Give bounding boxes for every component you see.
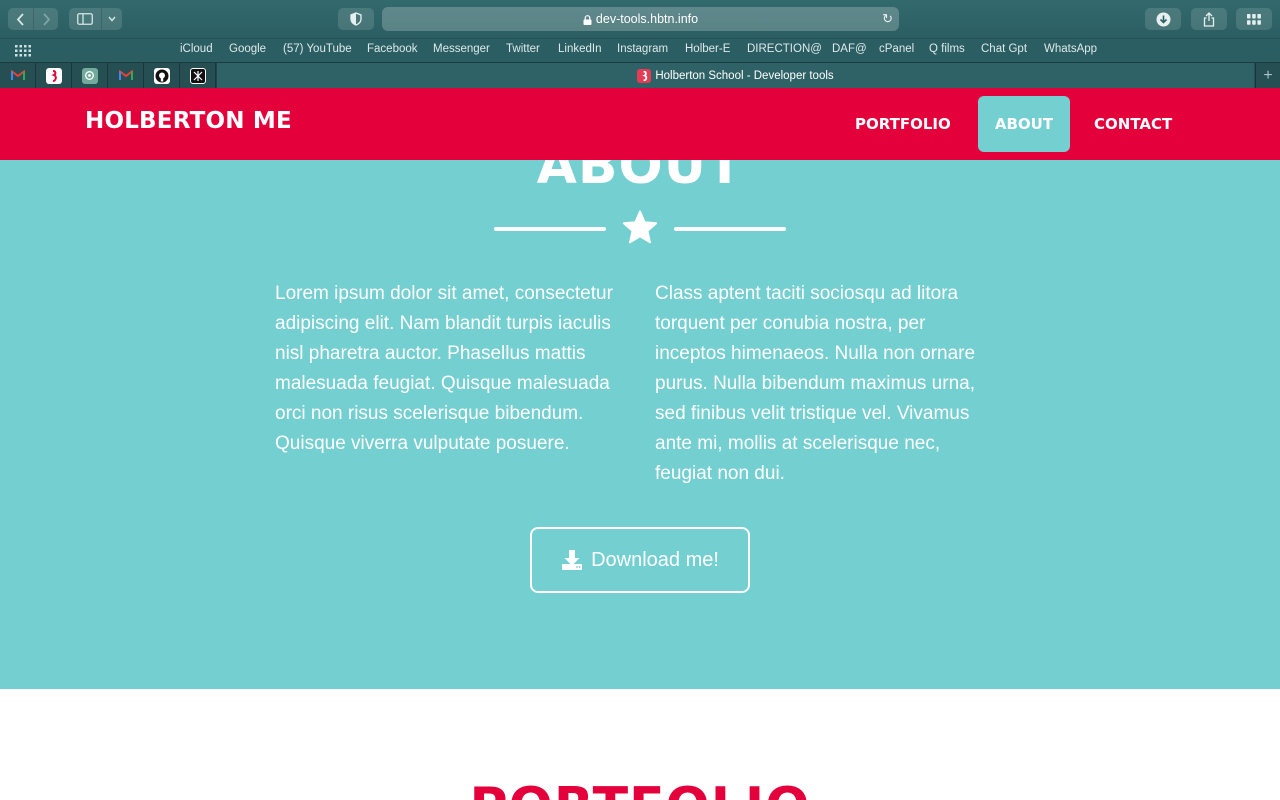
history-nav <box>8 8 58 30</box>
bookmark-whatsapp[interactable]: WhatsApp <box>1044 43 1097 55</box>
about-text-left: Lorem ipsum dolor sit amet, consectetur … <box>275 283 613 454</box>
forward-button[interactable] <box>33 8 58 30</box>
bookmark-direction[interactable]: DIRECTION@ <box>747 43 822 55</box>
bookmark-facebook[interactable]: Facebook <box>367 43 418 55</box>
divider-line-left <box>494 227 606 231</box>
pinned-tab-github[interactable] <box>144 63 180 88</box>
chevron-down-icon[interactable] <box>101 8 122 30</box>
pinned-tab-gmail-2[interactable] <box>108 63 144 88</box>
share-icon <box>1203 11 1215 27</box>
bookmark-messenger[interactable]: Messenger <box>433 43 490 55</box>
download-button[interactable]: Download me! <box>530 527 750 593</box>
address-bar[interactable]: dev-tools.hbtn.info ↻ <box>382 7 899 31</box>
bookmark-instagram[interactable]: Instagram <box>617 43 668 55</box>
bookmark-google[interactable]: Google <box>229 43 266 55</box>
download-label: Download me! <box>591 548 719 571</box>
star-icon <box>622 210 658 244</box>
site-navbar: HOLBERTON ME PORTFOLIO ABOUT CONTACT <box>0 88 1280 160</box>
chevron-left-icon <box>16 12 24 26</box>
pinned-tab-holberton[interactable] <box>36 63 72 88</box>
holberton-favicon <box>637 68 652 83</box>
sidebar-icon <box>69 8 101 30</box>
browser-toolbar: dev-tools.hbtn.info ↻ <box>0 0 1280 38</box>
active-tab[interactable]: Holberton School - Developer tools <box>216 63 1254 88</box>
brand-logo-link[interactable]: HOLBERTON ME <box>85 108 292 134</box>
chatgpt-icon <box>81 67 98 84</box>
pinned-tab-app[interactable] <box>180 63 216 88</box>
reload-icon[interactable]: ↻ <box>882 11 893 27</box>
lock-icon <box>583 15 592 25</box>
sidebar-toggle-button[interactable] <box>69 8 122 30</box>
bookmark-icloud[interactable]: iCloud <box>180 43 213 55</box>
share-button[interactable] <box>1191 8 1227 30</box>
github-icon <box>153 67 170 84</box>
divider-line-right <box>674 227 786 231</box>
portfolio-heading: PORTFOLIO <box>0 777 1280 800</box>
pinned-tab-chatgpt[interactable] <box>72 63 108 88</box>
apps-grid-icon[interactable] <box>15 45 31 57</box>
tab-bar: Holberton School - Developer tools + <box>0 62 1280 88</box>
bookmark-twitter[interactable]: Twitter <box>506 43 540 55</box>
bookmark-cpanel[interactable]: cPanel <box>879 43 914 55</box>
bookmarks-bar: iCloud Google (57) YouTube Facebook Mess… <box>0 38 1280 62</box>
nav-link-contact[interactable]: CONTACT <box>1078 96 1188 152</box>
about-text-right: Class aptent taciti sociosqu ad litora t… <box>655 283 976 484</box>
bookmark-daf[interactable]: DAF@ <box>832 43 867 55</box>
nav-link-portfolio[interactable]: PORTFOLIO <box>839 96 967 152</box>
bookmark-q-films[interactable]: Q films <box>929 43 965 55</box>
gmail-icon <box>10 68 26 84</box>
url-text: dev-tools.hbtn.info <box>595 12 699 26</box>
plus-icon: + <box>1263 66 1273 84</box>
privacy-report-button[interactable] <box>338 8 374 30</box>
chevron-right-icon <box>42 12 50 26</box>
download-circle-icon <box>1156 12 1170 26</box>
new-tab-button[interactable]: + <box>1255 63 1280 88</box>
downloads-button[interactable] <box>1145 8 1181 30</box>
gmail-icon <box>118 68 134 84</box>
tab-title: Holberton School - Developer tools <box>655 69 834 82</box>
bookmark-chat-gpt[interactable]: Chat Gpt <box>981 43 1027 55</box>
portfolio-section: PORTFOLIO <box>0 689 1280 800</box>
holberton-icon <box>45 67 62 84</box>
tab-overview-button[interactable] <box>1236 8 1272 30</box>
pinned-tab-gmail[interactable] <box>0 63 36 88</box>
grid-icon <box>1247 13 1261 25</box>
bookmark-youtube[interactable]: (57) YouTube <box>283 43 352 55</box>
download-icon <box>562 550 583 570</box>
nav-link-about[interactable]: ABOUT <box>978 96 1070 152</box>
about-section: ABOUT Lorem ipsum dolor sit amet, consec… <box>0 88 1280 689</box>
page-viewport: ABOUT Lorem ipsum dolor sit amet, consec… <box>0 88 1280 800</box>
bookmark-holber-e[interactable]: Holber-E <box>685 43 730 55</box>
shield-icon <box>350 12 362 26</box>
bookmark-linkedin[interactable]: LinkedIn <box>558 43 601 55</box>
back-button[interactable] <box>8 8 33 30</box>
app-icon <box>189 67 206 84</box>
browser-window: dev-tools.hbtn.info ↻ iCloud Google (57) <box>0 0 1280 800</box>
